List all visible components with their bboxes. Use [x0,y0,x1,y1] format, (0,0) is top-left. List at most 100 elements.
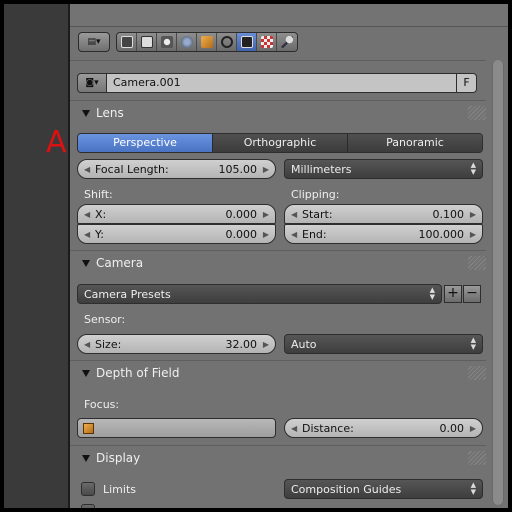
composition-guides-dropdown[interactable]: Composition Guides ▲ ▼ [284,479,483,499]
decrement-arrow-icon[interactable]: ◀ [84,230,92,239]
display-title: Display [96,451,141,465]
sensor-label: Sensor: [84,313,126,326]
context-toolbar: ▤▾ [78,31,298,53]
focal-length-label: Focal Length: [95,162,169,176]
focal-unit-dropdown[interactable]: Millimeters ▲ ▼ [284,159,483,179]
projection-type-selector: Perspective Orthographic Panoramic [77,133,483,153]
distance-label: Distance: [302,421,354,435]
focus-label: Focus: [84,398,120,411]
focus-object-field[interactable] [77,418,276,438]
clipping-label: Clipping: [291,188,340,201]
sensor-size-value: 32.00 [225,337,258,351]
increment-arrow-icon[interactable]: ▶ [261,340,269,349]
camera-title: Camera [96,256,144,270]
editor-type-icon: ▤▾ [87,37,101,47]
focal-length-value: 105.00 [218,162,258,176]
decrement-arrow-icon[interactable]: ◀ [84,165,92,174]
datablock-selector: ◙▾ Camera.001 F [77,73,477,93]
section-separator [70,100,486,101]
shift-y-field[interactable]: ◀ Y: 0.000 ▶ [77,224,276,244]
scrollbar-thumb[interactable] [493,60,503,505]
drag-grip-icon[interactable] [468,451,486,465]
section-separator [70,445,486,446]
shift-x-label: X: [95,207,107,221]
editor-type-button[interactable]: ▤▾ [78,32,110,52]
increment-arrow-icon[interactable]: ▶ [261,210,269,219]
dropdown-arrows-icon: ▲ ▼ [429,286,435,301]
dof-title: Depth of Field [96,366,180,380]
display-section-header[interactable]: Display [82,449,140,467]
collapse-triangle-icon [82,454,90,462]
drag-grip-icon[interactable] [468,366,486,380]
limits-checkbox[interactable] [81,482,95,496]
focal-unit-value: Millimeters [291,162,352,176]
lens-section-header[interactable]: Lens [82,104,124,122]
decrement-arrow-icon[interactable]: ◀ [291,424,299,433]
datablock-name-field[interactable]: Camera.001 [107,73,457,93]
toolbar-separator [70,60,486,61]
section-separator [70,250,486,251]
clip-start-field[interactable]: ◀ Start: 0.100 ▶ [284,204,483,224]
shift-x-field[interactable]: ◀ X: 0.000 ▶ [77,204,276,224]
second-checkbox[interactable] [81,504,95,508]
decrement-arrow-icon[interactable]: ◀ [291,210,299,219]
sensor-size-field[interactable]: ◀ Size: 32.00 ▶ [77,334,276,354]
dropdown-arrows-icon: ▲ ▼ [470,336,476,351]
clip-end-field[interactable]: ◀ End: 100.000 ▶ [284,224,483,244]
sensor-fit-value: Auto [291,337,317,351]
decrement-arrow-icon[interactable]: ◀ [291,230,299,239]
annotation-letter: A [46,125,67,160]
increment-arrow-icon[interactable]: ▶ [468,230,476,239]
camera-presets-label: Camera Presets [84,287,171,301]
focal-length-field[interactable]: ◀ Focal Length: 105.00 ▶ [77,159,276,179]
object-cube-icon [83,422,94,434]
dropdown-arrows-icon: ▲ ▼ [470,481,476,496]
camera-browse-icon[interactable]: ◙▾ [77,73,107,93]
fake-user-button[interactable]: F [457,73,477,93]
camera-section-header[interactable]: Camera [82,254,143,272]
limits-label: Limits [103,483,136,496]
drag-grip-icon[interactable] [468,256,486,270]
increment-arrow-icon[interactable]: ▶ [261,165,269,174]
remove-preset-button[interactable]: − [463,285,481,303]
dof-section-header[interactable]: Depth of Field [82,364,179,382]
camera-data-icon[interactable] [237,33,257,51]
section-separator [70,360,486,361]
orthographic-button[interactable]: Orthographic [213,134,348,152]
clip-start-value: 0.100 [432,207,465,221]
shift-y-label: Y: [95,227,104,241]
clip-start-label: Start: [302,207,333,221]
texture-icon[interactable] [257,33,277,51]
render-icon[interactable] [117,33,137,51]
render-layers-icon[interactable] [137,33,157,51]
dropdown-arrows-icon: ▲ ▼ [470,161,476,176]
scene-icon[interactable] [157,33,177,51]
focus-distance-field[interactable]: ◀ Distance: 0.00 ▶ [284,418,483,438]
world-icon[interactable] [177,33,197,51]
increment-arrow-icon[interactable]: ▶ [468,210,476,219]
shift-label: Shift: [84,188,113,201]
decrement-arrow-icon[interactable]: ◀ [84,210,92,219]
composition-guides-label: Composition Guides [291,482,402,496]
clip-end-value: 100.000 [418,227,465,241]
perspective-button[interactable]: Perspective [78,134,213,152]
shift-y-value: 0.000 [225,227,258,241]
sensor-fit-dropdown[interactable]: Auto ▲ ▼ [284,334,483,354]
drag-grip-icon[interactable] [468,106,486,120]
object-icon[interactable] [197,33,217,51]
increment-arrow-icon[interactable]: ▶ [468,424,476,433]
collapse-triangle-icon [82,109,90,117]
physics-icon[interactable] [277,33,297,51]
increment-arrow-icon[interactable]: ▶ [261,230,269,239]
distance-value: 0.00 [439,421,465,435]
collapse-triangle-icon [82,369,90,377]
editor-header [70,4,508,27]
shift-x-value: 0.000 [225,207,258,221]
viewport-edge [4,4,68,508]
constraints-icon[interactable] [217,33,237,51]
panoramic-button[interactable]: Panoramic [348,134,482,152]
add-preset-button[interactable]: + [444,285,462,303]
camera-presets-dropdown[interactable]: Camera Presets ▲ ▼ [77,284,442,304]
decrement-arrow-icon[interactable]: ◀ [84,340,92,349]
properties-editor: ▤▾ ◙▾ Camera.001 F Lens Perspective Orth… [70,4,508,508]
